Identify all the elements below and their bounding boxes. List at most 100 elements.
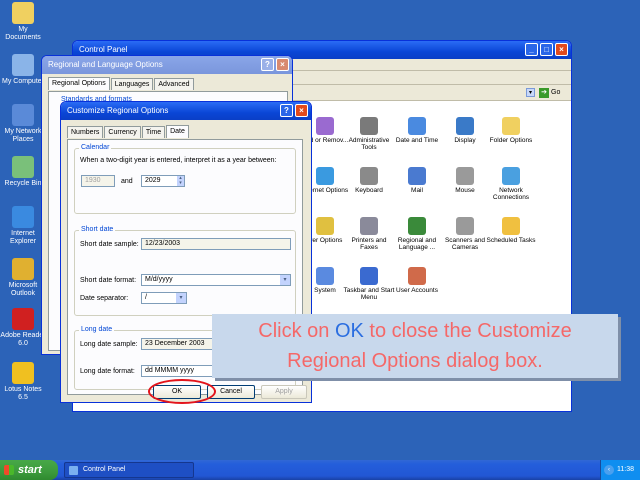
and-label: and xyxy=(121,178,133,185)
go-button[interactable]: ➔ Go xyxy=(539,87,563,98)
control-panel-item-label: Administrative Tools xyxy=(348,137,390,151)
help-button[interactable]: ? xyxy=(280,104,293,117)
callout-ok-highlight: OK xyxy=(334,320,364,342)
control-panel-item[interactable]: Administrative Tools xyxy=(343,117,395,151)
callout-line-2: Regional Options dialog box. xyxy=(287,350,543,372)
control-panel-item[interactable]: Network Connections xyxy=(485,167,537,201)
desktop-icon-label: Internet Explorer xyxy=(9,230,37,245)
tab-languages[interactable]: Languages xyxy=(110,78,154,90)
control-panel-item-label: Scheduled Tasks xyxy=(486,237,536,244)
short-date-sample-label: Short date sample: xyxy=(80,241,139,248)
instruction-callout: Click on OK to close the Customize Regio… xyxy=(212,314,618,378)
scheduled-tasks-icon xyxy=(502,217,520,235)
control-panel-item[interactable]: Scheduled Tasks xyxy=(485,217,537,244)
desktop-icon-label: My Documents xyxy=(5,26,41,41)
control-panel-item-label: Taskbar and Start Menu xyxy=(343,287,395,301)
chevron-left-icon[interactable]: ‹ xyxy=(604,465,614,475)
control-panel-item-label: Printers and Faxes xyxy=(351,237,387,251)
desktop-icon-label: Lotus Notes 6.5 xyxy=(4,386,42,401)
scanners-cameras-icon xyxy=(456,217,474,235)
year-from-field: 1930 xyxy=(81,175,115,187)
short-date-format-label: Short date format: xyxy=(80,277,137,284)
control-panel-item-label: User Accounts xyxy=(396,287,438,294)
desktop-icon[interactable]: My Network Places xyxy=(0,104,46,144)
long-date-sample-label: Long date sample: xyxy=(80,341,138,348)
control-panel-item-label: Folder Options xyxy=(489,137,533,144)
power-options-icon xyxy=(316,217,334,235)
tab-advanced[interactable]: Advanced xyxy=(154,78,194,90)
desktop-icon[interactable]: My Computer xyxy=(0,54,46,86)
close-button[interactable]: × xyxy=(555,43,568,56)
control-panel-item[interactable]: Keyboard xyxy=(343,167,395,194)
short-date-format-select[interactable]: M/d/yyyy ▾ xyxy=(141,274,291,286)
year-to-stepper[interactable]: 2029 ▴ ▾ xyxy=(141,175,185,187)
adobe-reader-icon xyxy=(12,308,34,330)
control-panel-item-label: Display xyxy=(454,137,476,144)
customize-titlebar[interactable]: Customize Regional Options ? × xyxy=(61,102,311,120)
internet-explorer-icon xyxy=(12,206,34,228)
printers-faxes-icon xyxy=(360,217,378,235)
control-panel-item[interactable]: Date and Time xyxy=(391,117,443,144)
control-panel-item[interactable]: User Accounts xyxy=(391,267,443,294)
control-panel-item-label: Mail xyxy=(411,187,423,194)
taskbar-start-menu-icon xyxy=(360,267,378,285)
close-button[interactable]: × xyxy=(276,58,289,71)
long-date-format-value: dd MMMM yyyy xyxy=(145,367,194,374)
control-panel-item[interactable]: Mail xyxy=(391,167,443,194)
maximize-button[interactable]: □ xyxy=(540,43,553,56)
administrative-tools-icon xyxy=(360,117,378,135)
control-panel-item[interactable]: Taskbar and Start Menu xyxy=(343,267,395,301)
tab-numbers[interactable]: Numbers xyxy=(67,126,104,138)
tab-regional-options[interactable]: Regional Options xyxy=(48,77,110,90)
control-panel-item[interactable]: Printers and Faxes xyxy=(343,217,395,251)
chevron-down-icon[interactable]: ▾ xyxy=(280,275,290,285)
user-accounts-icon xyxy=(408,267,426,285)
tab-currency[interactable]: Currency xyxy=(104,126,141,138)
start-label: start xyxy=(18,464,42,476)
control-panel-item[interactable]: Display xyxy=(439,117,491,144)
long-date-legend: Long date xyxy=(79,326,115,334)
close-button[interactable]: × xyxy=(295,104,308,117)
date-time-icon xyxy=(408,117,426,135)
chevron-down-icon[interactable]: ▾ xyxy=(176,293,186,303)
short-date-legend: Short date xyxy=(79,226,116,234)
date-separator-select[interactable]: / ▾ xyxy=(141,292,187,304)
minimize-button[interactable]: _ xyxy=(525,43,538,56)
control-panel-item[interactable]: Scanners and Cameras xyxy=(439,217,491,251)
go-label: Go xyxy=(551,89,561,96)
short-date-format-value: M/d/yyyy xyxy=(145,276,173,283)
desktop-icon[interactable]: My Documents xyxy=(0,2,46,42)
mouse-icon xyxy=(456,167,474,185)
desktop-icon[interactable]: Recycle Bin xyxy=(0,156,46,188)
mail-icon xyxy=(408,167,426,185)
tab-date[interactable]: Date xyxy=(166,125,189,138)
desktop-icon[interactable]: Lotus Notes 6.5 xyxy=(0,362,46,402)
callout-text-1: Click on xyxy=(258,320,335,342)
desktop-icon[interactable]: Internet Explorer xyxy=(0,206,46,246)
calendar-group: Calendar When a two-digit year is entere… xyxy=(74,144,296,214)
control-panel-item[interactable]: Mouse xyxy=(439,167,491,194)
regional-titlebar[interactable]: Regional and Language Options ? × xyxy=(42,56,292,74)
desktop-icon[interactable]: Microsoft Outlook xyxy=(0,258,46,298)
tab-time[interactable]: Time xyxy=(141,126,166,138)
network-places-icon xyxy=(12,104,34,126)
date-separator-value: / xyxy=(145,294,147,301)
system-icon xyxy=(316,267,334,285)
help-button[interactable]: ? xyxy=(261,58,274,71)
regional-title: Regional and Language Options xyxy=(48,60,163,69)
desktop-icon[interactable]: Adobe Reader 6.0 xyxy=(0,308,46,348)
folder-options-icon xyxy=(502,117,520,135)
desktop-icon-label: Adobe Reader 6.0 xyxy=(0,332,46,347)
desktop-icon-label: Recycle Bin xyxy=(4,180,42,187)
calendar-legend: Calendar xyxy=(79,144,112,152)
short-date-sample: 12/23/2003 xyxy=(141,238,291,250)
apply-button[interactable]: Apply xyxy=(261,385,307,399)
address-dropdown[interactable]: ▾ xyxy=(526,88,535,97)
spin-arrows-icon[interactable]: ▴ ▾ xyxy=(177,176,184,186)
control-panel-item-label: Keyboard xyxy=(355,187,383,194)
clock[interactable]: 11:38 xyxy=(617,466,634,473)
start-button[interactable]: start xyxy=(0,460,58,480)
control-panel-item[interactable]: Regional and Language ... xyxy=(391,217,443,251)
taskbar-item-control-panel[interactable]: Control Panel xyxy=(64,462,194,478)
control-panel-item[interactable]: Folder Options xyxy=(485,117,537,144)
